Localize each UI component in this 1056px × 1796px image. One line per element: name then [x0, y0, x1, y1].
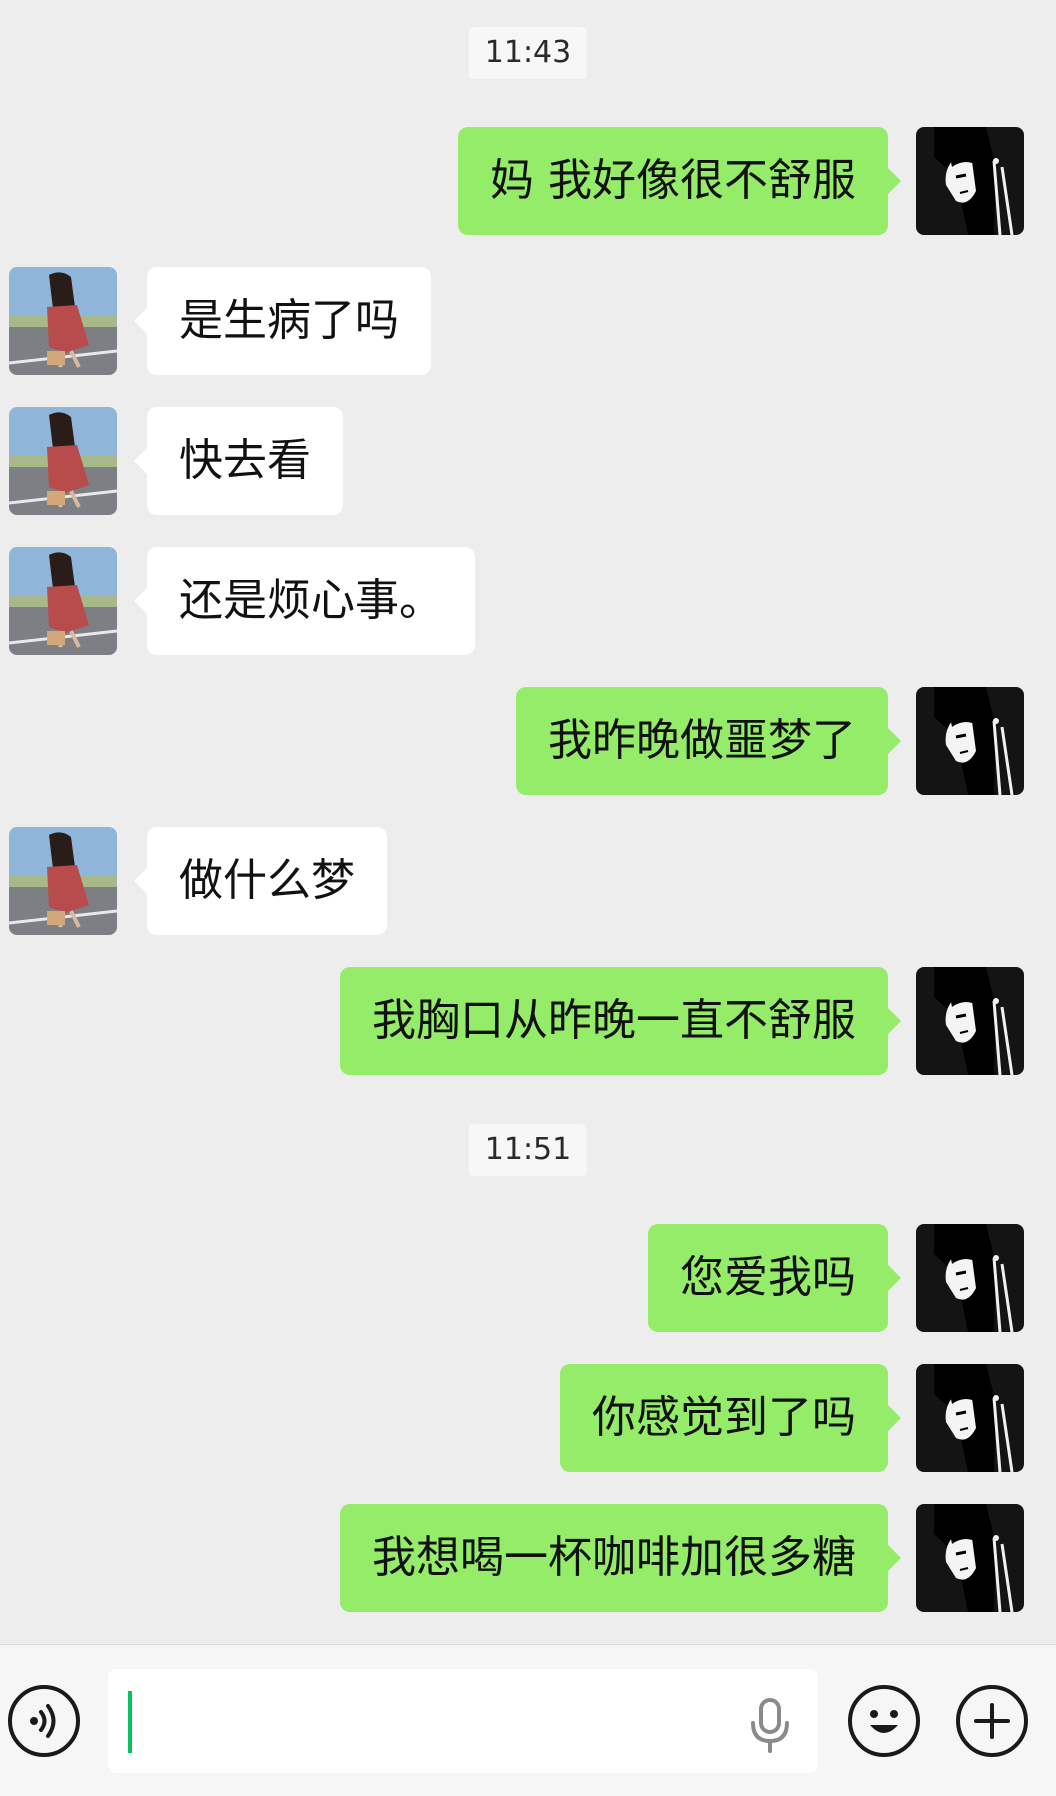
message-bubble-sent[interactable]: 我想喝一杯咖啡加很多糖	[340, 1504, 901, 1612]
anime-girl-portrait-icon	[916, 687, 1024, 795]
text-cursor	[128, 1691, 132, 1753]
anime-girl-portrait-icon	[916, 1504, 1024, 1612]
message-bubble-sent[interactable]: 你感觉到了吗	[560, 1364, 901, 1472]
more-options-button[interactable]	[956, 1685, 1028, 1757]
message-bubble-received[interactable]: 还是烦心事。	[134, 547, 475, 655]
message-bubble-received[interactable]: 做什么梦	[134, 827, 387, 935]
contact-avatar[interactable]	[9, 267, 117, 375]
message-bubble-sent[interactable]: 妈 我好像很不舒服	[458, 127, 901, 235]
my-avatar[interactable]	[916, 127, 1024, 235]
voice-mode-icon	[30, 1704, 56, 1738]
emoji-button[interactable]	[848, 1685, 920, 1757]
contact-avatar[interactable]	[9, 407, 117, 515]
my-avatar[interactable]	[916, 967, 1024, 1075]
anime-girl-portrait-icon	[916, 1224, 1024, 1332]
message-bubble-received[interactable]: 快去看	[134, 407, 343, 515]
message-bubble-received[interactable]: 是生病了吗	[134, 267, 431, 375]
microphone-icon[interactable]	[748, 1697, 792, 1753]
my-avatar[interactable]	[916, 1224, 1024, 1332]
message-bubble-sent[interactable]: 我昨晚做噩梦了	[516, 687, 901, 795]
message-input-bar	[0, 1644, 1056, 1796]
message-bubble-sent[interactable]: 您爱我吗	[648, 1224, 901, 1332]
woman-photo-icon	[9, 547, 117, 655]
my-avatar[interactable]	[916, 1504, 1024, 1612]
plus-icon	[974, 1703, 1010, 1739]
anime-girl-portrait-icon	[916, 127, 1024, 235]
chat-message-list[interactable]: 11:43 妈 我好像很不舒服 是生病了吗 快去看 还是烦心事。 我昨晚做噩梦了…	[0, 0, 1056, 1644]
emoji-icon	[870, 1710, 898, 1733]
woman-photo-icon	[9, 407, 117, 515]
message-text-input[interactable]	[108, 1669, 818, 1773]
contact-avatar[interactable]	[9, 547, 117, 655]
message-bubble-sent[interactable]: 我胸口从昨晚一直不舒服	[340, 967, 901, 1075]
anime-girl-portrait-icon	[916, 1364, 1024, 1472]
anime-girl-portrait-icon	[916, 967, 1024, 1075]
woman-photo-icon	[9, 267, 117, 375]
voice-mode-button[interactable]	[8, 1685, 80, 1757]
timestamp: 11:43	[468, 27, 588, 79]
contact-avatar[interactable]	[9, 827, 117, 935]
timestamp: 11:51	[468, 1124, 588, 1176]
woman-photo-icon	[9, 827, 117, 935]
my-avatar[interactable]	[916, 1364, 1024, 1472]
my-avatar[interactable]	[916, 687, 1024, 795]
